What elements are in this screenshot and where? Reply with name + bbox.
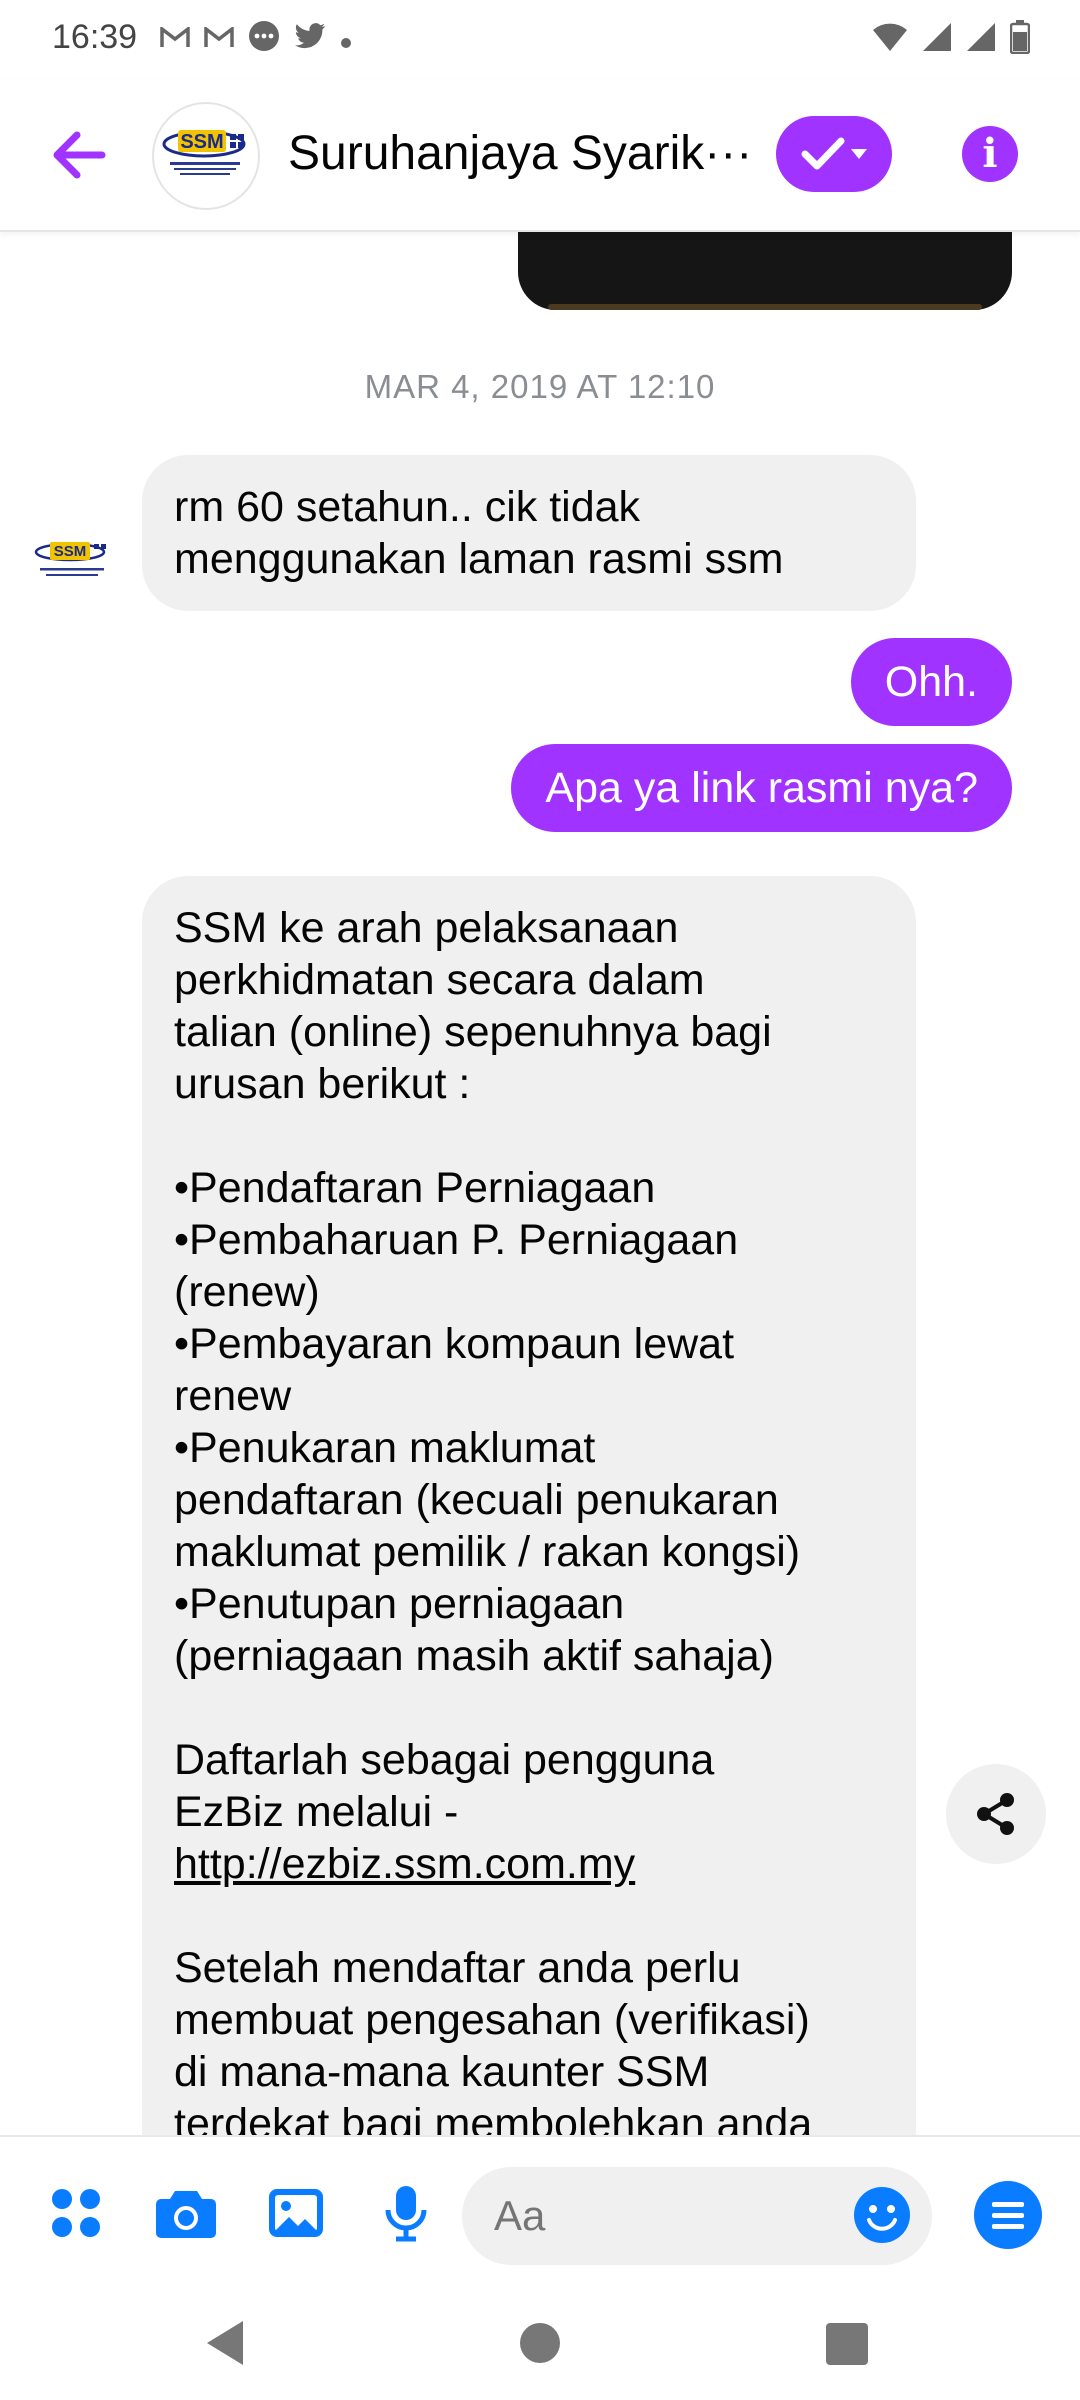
share-icon — [977, 1793, 1014, 1835]
emoji-button[interactable] — [852, 2185, 912, 2245]
message-text-line: (perniagaan masih aktif sahaja) — [174, 1632, 774, 1680]
microphone-icon — [385, 2186, 427, 2242]
ssm-logo-icon: SSM — [34, 542, 106, 576]
message-text-line: SSM ke arah pelaksanaan — [174, 904, 679, 952]
messenger-icon — [248, 20, 280, 60]
notification-icons — [160, 20, 352, 60]
caret-down-icon — [851, 149, 867, 159]
gallery-button[interactable] — [264, 2181, 328, 2245]
message-text-line: di mana-mana kaunter SSM — [174, 2048, 710, 2096]
gallery-icon — [269, 2189, 323, 2237]
previous-image-attachment[interactable] — [518, 230, 1012, 310]
nav-recents-button[interactable] — [826, 2323, 868, 2365]
nav-home-button[interactable] — [520, 2323, 560, 2363]
incoming-message[interactable]: rm 60 setahun.. cik tidak menggunakan la… — [142, 455, 916, 611]
message-text-line: pendaftaran (kecuali penukaran — [174, 1476, 779, 1524]
message-text-line: •Pendaftaran Perniagaan — [174, 1164, 656, 1212]
status-time: 16:39 — [52, 18, 138, 56]
message-text-line: talian (online) sepenuhnya bagi — [174, 1008, 772, 1056]
message-composer — [0, 2135, 1080, 2297]
message-text-line: perkhidmatan secara dalam — [174, 956, 705, 1004]
wifi-icon — [872, 22, 908, 57]
status-bar: 16:39 — [0, 0, 1080, 80]
system-icons — [872, 20, 1031, 59]
page-avatar[interactable]: SSM — [152, 102, 260, 210]
battery-icon — [1009, 20, 1031, 59]
twitter-icon — [294, 22, 326, 58]
system-navigation-bar — [0, 2295, 1080, 2400]
message-text-line: (renew) — [174, 1268, 320, 1316]
message-text-line: •Pembaharuan P. Perniagaan — [174, 1216, 739, 1264]
message-text-line: renew — [174, 1372, 292, 1420]
message-text-line: EzBiz melalui - — [174, 1788, 459, 1836]
message-text-line: maklumat pemilik / rakan kongsi) — [174, 1528, 801, 1576]
message-text-line: Daftarlah sebagai pengguna — [174, 1736, 715, 1784]
signal-icon — [922, 22, 952, 57]
message-text-line: membuat pengesahan (verifikasi) — [174, 1996, 810, 2044]
info-button[interactable]: i — [962, 126, 1018, 182]
message-text-line: Setelah mendaftar anda perlu — [174, 1944, 741, 1992]
microphone-button[interactable] — [374, 2181, 438, 2245]
message-text-line: urusan berikut : — [174, 1060, 471, 1108]
message-text-line: •Pembayaran kompaun lewat — [174, 1320, 735, 1368]
ssm-logo-icon: SSM — [162, 130, 246, 175]
more-actions-button[interactable] — [974, 2181, 1042, 2249]
message-text-line: •Penukaran maklumat — [174, 1424, 596, 1472]
message-text-line: terdekat bagi membolehkan anda — [174, 2100, 813, 2135]
ezbiz-link[interactable]: http://ezbiz.ssm.com.my — [174, 1838, 884, 1890]
message-text-line: •Penutupan perniagaan — [174, 1580, 625, 1628]
nav-back-icon — [207, 2321, 243, 2365]
apps-icon — [52, 2189, 100, 2237]
nav-back-button[interactable] — [205, 2319, 245, 2372]
svg-text:SSM: SSM — [180, 131, 223, 153]
message-text-line: rm 60 setahun.. cik tidak — [174, 483, 641, 531]
conversation-title[interactable]: Suruhanjaya Syarik··· — [288, 126, 752, 181]
message-thread[interactable]: MAR 4, 2019 AT 12:10 SSM rm 60 setahun..… — [0, 230, 1080, 2135]
chat-header: SSM Suruhanjaya Syarik··· i — [0, 80, 1080, 232]
signal-icon — [966, 22, 996, 57]
gmail-icon — [160, 23, 190, 57]
gmail-icon — [204, 23, 234, 57]
dot-icon — [340, 23, 352, 57]
svg-text:SSM: SSM — [54, 543, 87, 560]
emoji-icon — [854, 2187, 910, 2243]
share-button[interactable] — [946, 1764, 1046, 1864]
camera-icon — [156, 2191, 216, 2238]
outgoing-message[interactable]: Apa ya link rasmi nya? — [511, 744, 1012, 832]
back-arrow-icon — [53, 131, 106, 179]
apps-button[interactable] — [44, 2181, 108, 2245]
back-button[interactable] — [44, 120, 114, 190]
camera-button[interactable] — [154, 2181, 218, 2245]
outgoing-message[interactable]: Ohh. — [850, 638, 1012, 726]
verified-badge-button[interactable] — [776, 116, 892, 192]
check-icon — [801, 137, 845, 170]
incoming-message[interactable]: SSM ke arah pelaksanaan perkhidmatan sec… — [142, 876, 916, 2135]
menu-icon — [992, 2201, 1024, 2207]
message-text-line: menggunakan laman rasmi ssm — [174, 535, 784, 583]
sender-avatar[interactable]: SSM — [32, 530, 112, 586]
message-timestamp: MAR 4, 2019 AT 12:10 — [364, 368, 716, 405]
